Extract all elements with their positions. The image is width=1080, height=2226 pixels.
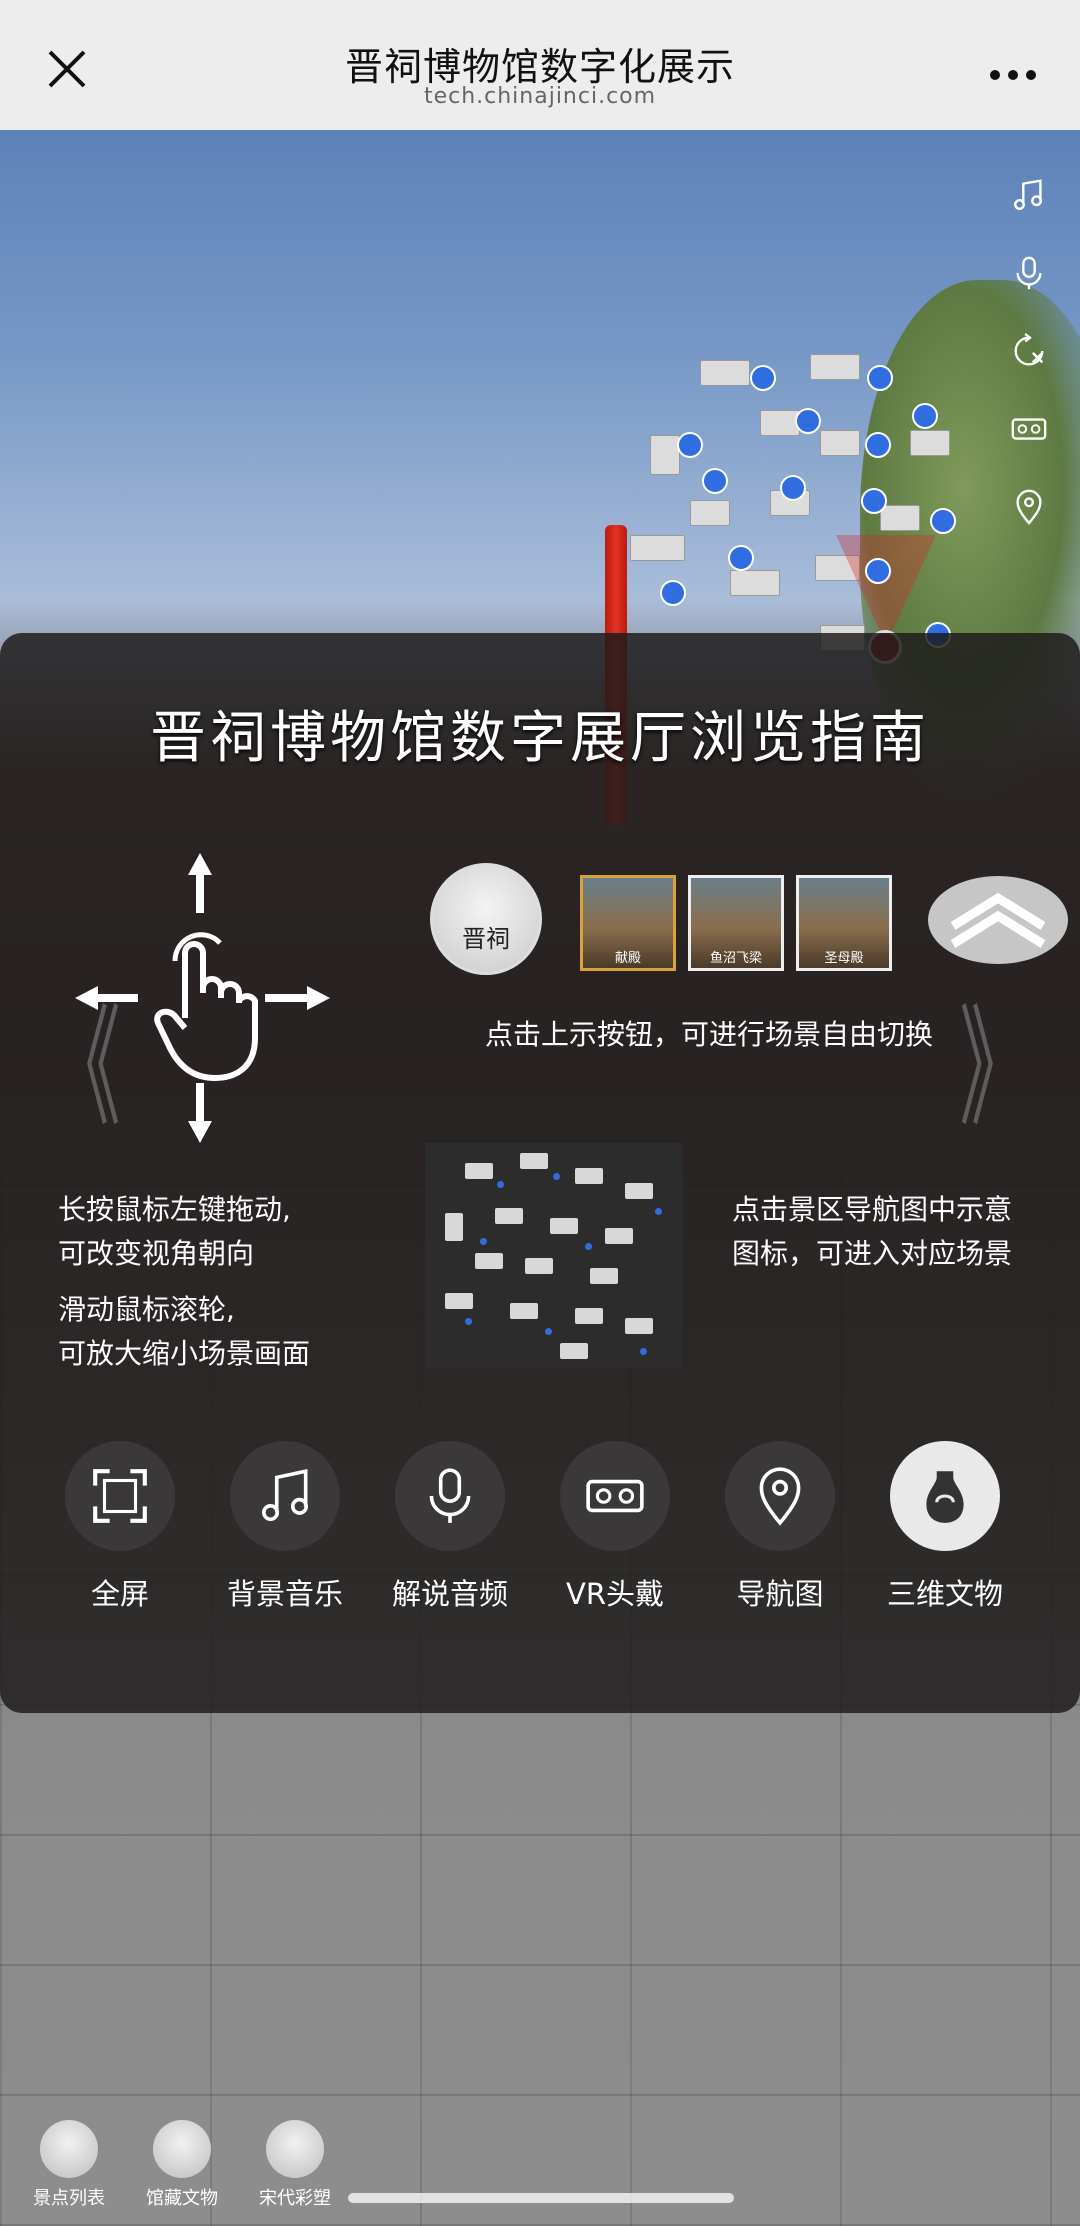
- scroll-hint-line: 滑动鼠标滚轮,: [58, 1293, 235, 1326]
- jinci-logo-button[interactable]: 晋祠: [430, 863, 542, 975]
- statue-icon: [266, 2120, 324, 2178]
- scene-thumb[interactable]: 献殿: [580, 875, 676, 971]
- map-hotspot[interactable]: [865, 432, 891, 458]
- map-building: [820, 430, 860, 456]
- vase-icon: [926, 1471, 964, 1523]
- vr-headset-icon: [586, 1479, 644, 1513]
- map-hotspot[interactable]: [702, 468, 728, 494]
- view-direction-cone: [836, 535, 936, 645]
- home-indicator[interactable]: [348, 2193, 734, 2203]
- scroll-hint-line: 可放大缩小场景画面: [58, 1337, 311, 1370]
- map-hotspot[interactable]: [861, 488, 887, 514]
- guide-title: 晋祠博物馆数字展厅浏览指南: [150, 706, 930, 771]
- mic-icon[interactable]: [1004, 248, 1054, 298]
- map-building: [760, 410, 800, 436]
- drag-hint: 长按鼠标左键拖动, 可改变视角朝向: [58, 1188, 291, 1276]
- side-toolbar: [1004, 170, 1054, 560]
- expand-up-button[interactable]: [928, 876, 1068, 964]
- location-icon: [759, 1467, 801, 1526]
- page-url: tech.chinajinci.com: [423, 84, 657, 109]
- map-building: [700, 360, 750, 386]
- scene-thumb-label: 鱼沼飞梁: [709, 951, 762, 966]
- scene-thumb[interactable]: 圣母殿: [796, 875, 892, 971]
- fullscreen-icon: [93, 1469, 147, 1523]
- mini-map-example: [425, 1143, 683, 1368]
- fullscreen-button[interactable]: 全屏: [45, 1441, 195, 1613]
- vase-icon: [153, 2120, 211, 2178]
- song-sculptures-button[interactable]: 宋代彩塑: [240, 2120, 350, 2210]
- scene-thumb-label: 献殿: [614, 951, 641, 966]
- vr-headset-button[interactable]: VR头戴: [540, 1441, 690, 1613]
- map-building: [730, 570, 780, 596]
- scene-navigation-map[interactable]: [620, 340, 970, 670]
- navigation-map-label: 导航图: [736, 1577, 824, 1611]
- vr-headset-label: VR头戴: [566, 1577, 664, 1611]
- narration-audio-label: 解说音频: [391, 1577, 508, 1611]
- map-building: [910, 430, 950, 456]
- map-building: [630, 535, 685, 561]
- map-hotspot[interactable]: [750, 365, 776, 391]
- map-hint-line: 点击景区导航图中示意: [732, 1193, 1013, 1226]
- scroll-hint: 滑动鼠标滚轮, 可放大缩小场景画面: [58, 1288, 310, 1376]
- narration-audio-button[interactable]: 解说音频: [375, 1441, 525, 1613]
- mic-icon: [429, 1468, 471, 1523]
- bottom-dock: 景点列表 馆藏文物 宋代彩塑: [0, 2108, 340, 2226]
- previous-scene-arrow[interactable]: 《: [49, 963, 121, 1151]
- background-music-label: 背景音乐: [226, 1577, 343, 1611]
- map-building: [650, 435, 680, 475]
- logo-text: 晋祠: [462, 925, 510, 953]
- map-hint-line: 图标，可进入对应场景: [732, 1237, 1013, 1270]
- location-icon[interactable]: [1004, 482, 1054, 532]
- background-music-button[interactable]: 背景音乐: [210, 1441, 360, 1613]
- map-hotspot[interactable]: [660, 580, 686, 606]
- switch-hint: 点击上示按钮，可进行场景自由切换: [485, 1018, 934, 1051]
- drag-hint-line: 可改变视角朝向: [58, 1237, 255, 1270]
- more-icon[interactable]: [990, 70, 1036, 82]
- song-sculptures-label: 宋代彩塑: [259, 2188, 331, 2209]
- map-building: [810, 354, 860, 380]
- 3d-relics-label: 三维文物: [886, 1577, 1003, 1611]
- collection-relics-label: 馆藏文物: [146, 2188, 218, 2209]
- map-hotspot[interactable]: [865, 558, 891, 584]
- pavilion-icon: [40, 2120, 98, 2178]
- map-building: [880, 505, 920, 531]
- browser-header: 晋祠博物馆数字化展示 tech.chinajinci.com: [0, 0, 1080, 130]
- function-row: 全屏 背景音乐 解说音频 VR头戴 导航图 三维文物: [45, 1441, 1045, 1611]
- map-hotspot[interactable]: [795, 408, 821, 434]
- attraction-list-label: 景点列表: [33, 2188, 105, 2209]
- map-building: [690, 500, 730, 526]
- map-hotspot[interactable]: [780, 475, 806, 501]
- next-scene-arrow[interactable]: 》: [959, 963, 1031, 1151]
- rotate-icon[interactable]: [1004, 326, 1054, 376]
- fullscreen-label: 全屏: [90, 1577, 149, 1611]
- map-hotspot[interactable]: [728, 545, 754, 571]
- map-hotspot[interactable]: [912, 403, 938, 429]
- map-hint: 点击景区导航图中示意 图标，可进入对应场景: [732, 1188, 1012, 1276]
- attraction-list-button[interactable]: 景点列表: [14, 2120, 124, 2210]
- 3d-relics-button[interactable]: 三维文物: [870, 1441, 1020, 1613]
- music-icon: [262, 1468, 308, 1522]
- scene-thumb[interactable]: 鱼沼飞梁: [688, 875, 784, 971]
- map-hotspot[interactable]: [677, 432, 703, 458]
- collection-relics-button[interactable]: 馆藏文物: [127, 2120, 237, 2210]
- map-hotspot[interactable]: [930, 508, 956, 534]
- vr-icon[interactable]: [1004, 404, 1054, 454]
- music-icon[interactable]: [1004, 170, 1054, 220]
- drag-hint-line: 长按鼠标左键拖动,: [58, 1193, 291, 1226]
- navigation-map-button[interactable]: 导航图: [705, 1441, 855, 1613]
- browse-guide-panel[interactable]: 晋祠博物馆数字展厅浏览指南 《 》 晋祠 献殿 鱼沼飞梁 圣母殿 点击上示按钮，…: [0, 633, 1080, 1713]
- page-title: 晋祠博物馆数字化展示: [344, 45, 735, 89]
- scene-thumb-label: 圣母殿: [824, 951, 864, 966]
- map-hotspot[interactable]: [867, 365, 893, 391]
